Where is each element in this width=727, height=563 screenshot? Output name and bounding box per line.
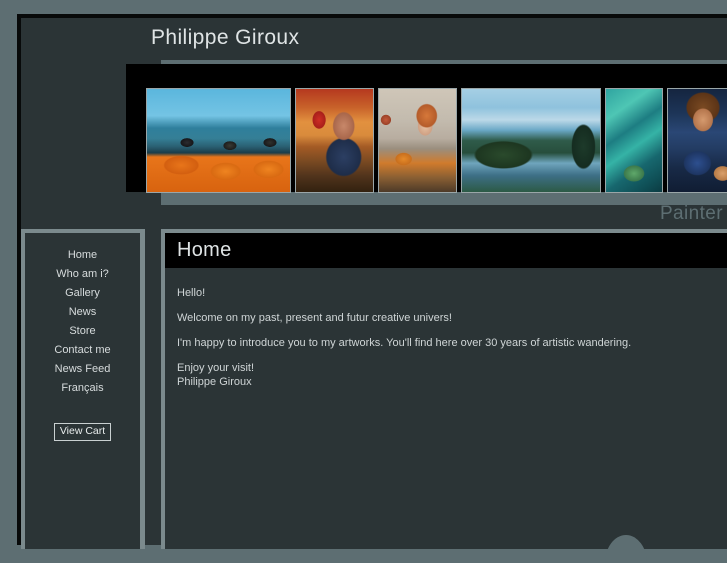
sidebar-item-gallery[interactable]: Gallery <box>25 284 140 303</box>
gallery-thumbnail-coastal-landscape[interactable] <box>461 88 601 193</box>
gallery-thumbnail-teal-abstract[interactable] <box>605 88 663 193</box>
content-paragraph-greeting: Hello! <box>177 287 206 299</box>
content-area: Home Hello! Welcome on my past, present … <box>161 229 727 563</box>
content-paragraph-enjoy: Enjoy your visit! <box>177 362 255 374</box>
page-title: Home <box>177 239 232 261</box>
artwork-beach-orange-figures <box>147 89 290 192</box>
content-panel: Home Hello! Welcome on my past, present … <box>165 233 727 563</box>
gallery-thumbnail-guitarist-portrait[interactable] <box>667 88 727 193</box>
sidebar-item-store[interactable]: Store <box>25 322 140 341</box>
gallery-thumbnail-beach-orange-figures[interactable] <box>146 88 291 193</box>
content-title-bar: Home <box>165 233 727 268</box>
sidebar-item-home[interactable]: Home <box>25 246 140 265</box>
artwork-teal-abstract <box>606 89 662 192</box>
sidebar-item-contact-me[interactable]: Contact me <box>25 341 140 360</box>
view-cart-container: View Cart <box>25 421 140 441</box>
sidebar-item-francais[interactable]: Français <box>25 379 140 398</box>
artwork-coastal-landscape <box>462 89 600 192</box>
gallery-thumbnail-chess-player[interactable] <box>295 88 374 193</box>
content-paragraph-intro: I'm happy to introduce you to my artwork… <box>177 337 632 349</box>
view-cart-button[interactable]: View Cart <box>53 423 112 441</box>
artwork-chess-player <box>296 89 373 192</box>
tagline: Painter <box>659 203 723 224</box>
page-frame: Philippe Giroux Painter Home Who am i? G… <box>17 14 727 563</box>
site-title: Philippe Giroux <box>151 26 300 49</box>
gallery-strip <box>126 64 727 193</box>
corner-decoration <box>605 535 647 563</box>
sidebar: Home Who am i? Gallery News Store Contac… <box>21 229 145 549</box>
sidebar-item-who-am-i[interactable]: Who am i? <box>25 265 140 284</box>
content-paragraph-signature: Philippe Giroux <box>177 376 252 388</box>
content-body: Hello! Welcome on my past, present and f… <box>165 268 727 389</box>
artwork-guitarist-portrait <box>668 89 727 192</box>
sidebar-item-news-feed[interactable]: News Feed <box>25 360 140 379</box>
sidebar-panel: Home Who am i? Gallery News Store Contac… <box>25 233 140 549</box>
navigation-menu: Home Who am i? Gallery News Store Contac… <box>25 233 140 398</box>
artwork-woman-at-table <box>379 89 456 192</box>
gallery-thumbnail-woman-at-table[interactable] <box>378 88 457 193</box>
content-paragraph-welcome: Welcome on my past, present and futur cr… <box>177 312 452 324</box>
sidebar-item-news[interactable]: News <box>25 303 140 322</box>
